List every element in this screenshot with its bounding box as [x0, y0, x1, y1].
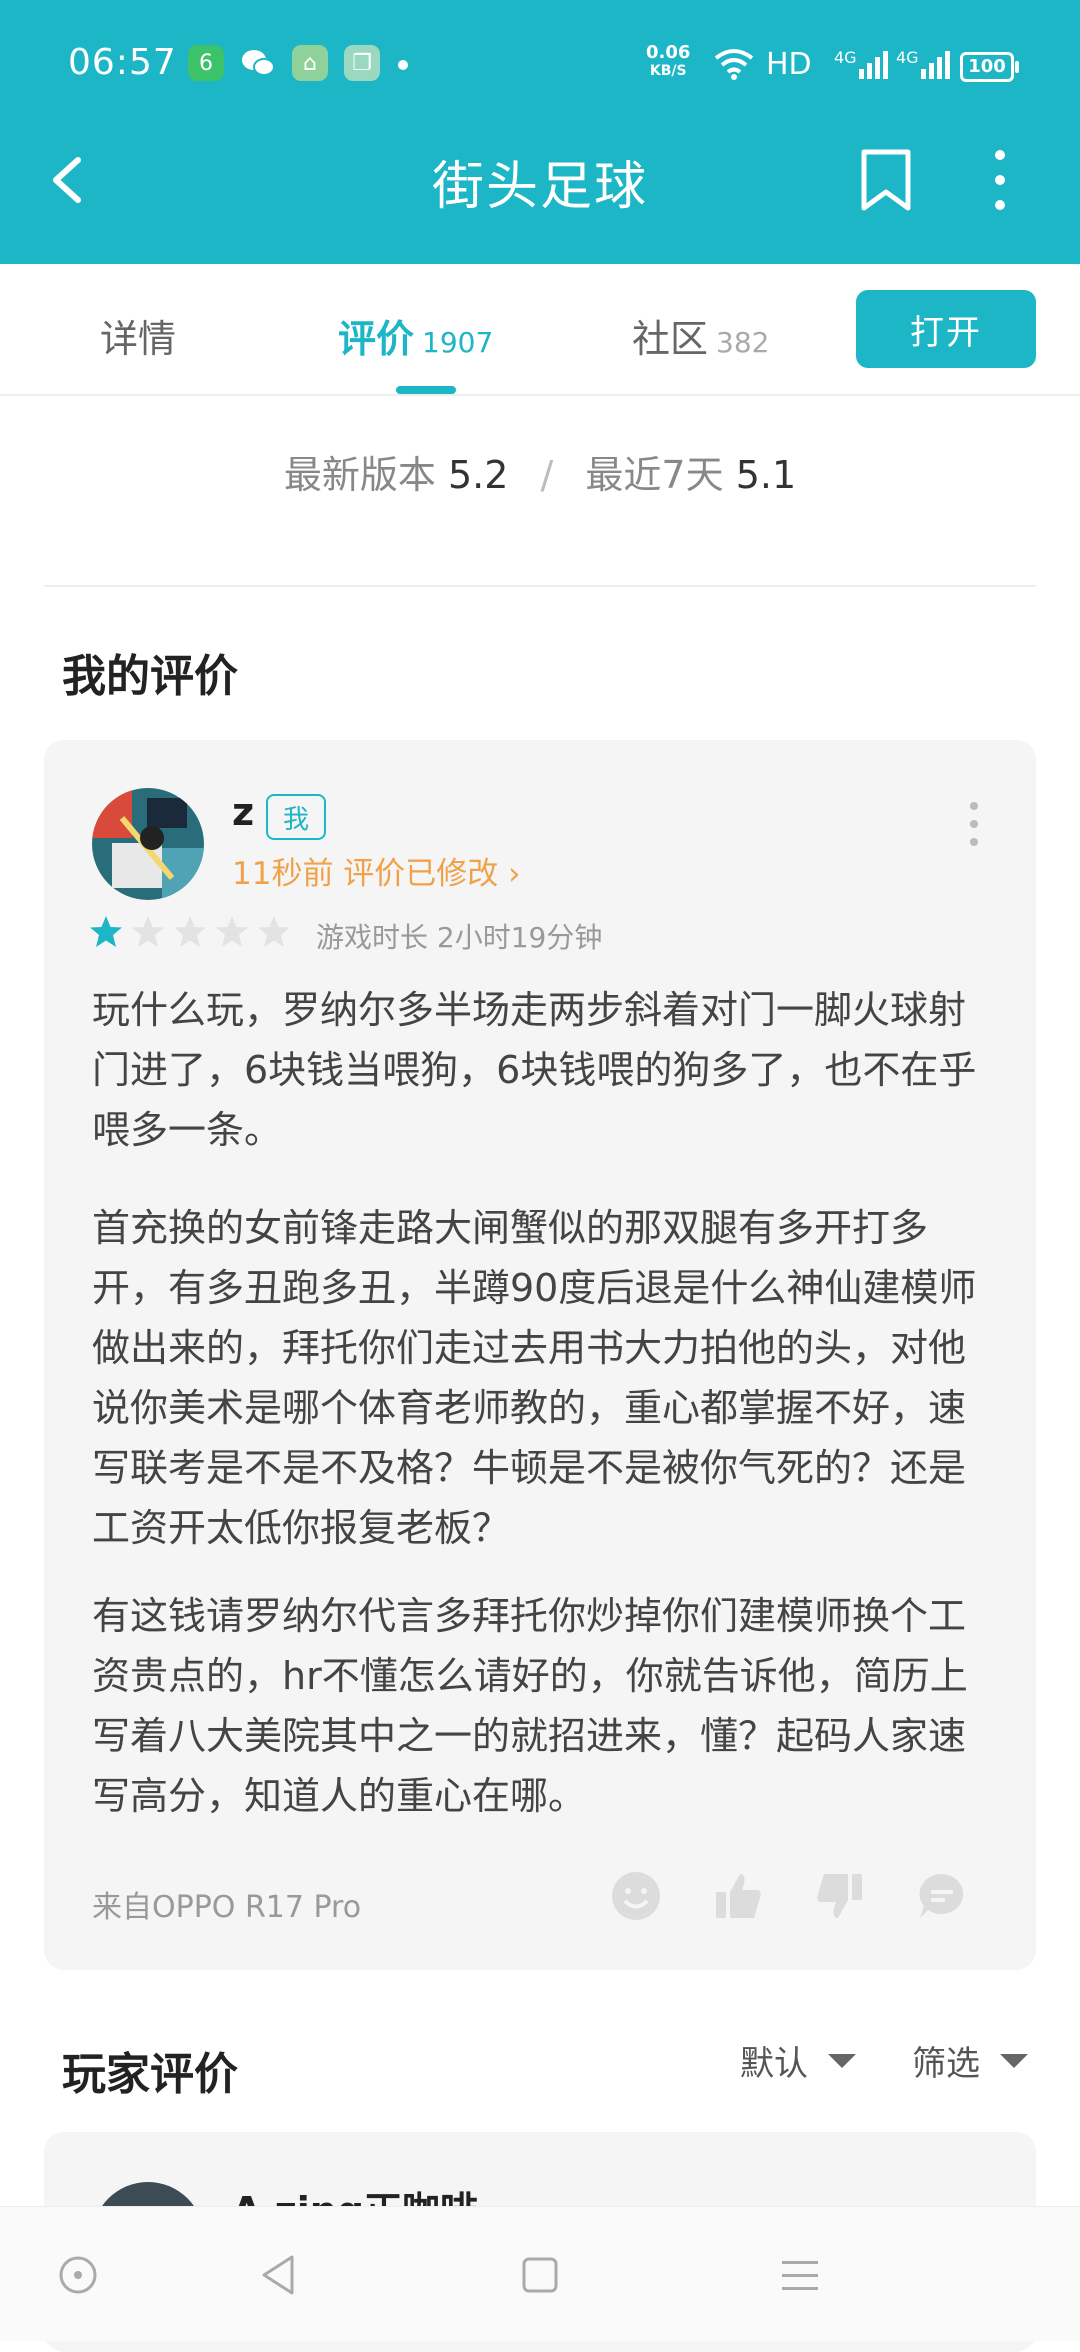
gallery-icon: ❐: [344, 45, 380, 81]
tab-details[interactable]: 详情: [100, 308, 176, 363]
star-empty-icon: [132, 916, 164, 947]
dot-icon: [970, 838, 978, 846]
star-rating: [88, 914, 298, 950]
star-empty-icon: [174, 916, 206, 947]
status-time: 06:57: [68, 42, 177, 83]
open-app-button[interactable]: 打开: [856, 290, 1036, 368]
like-button[interactable]: [712, 1870, 764, 1922]
dot-icon: [970, 820, 978, 828]
hd-indicator: HD: [766, 46, 812, 82]
thumbs-down-icon: [817, 1874, 862, 1918]
triangle-back-icon: [262, 2255, 294, 2295]
comment-icon: [919, 1873, 964, 1918]
wechat-icon: [240, 45, 276, 81]
avatar[interactable]: [92, 788, 204, 900]
review-username: z: [232, 790, 255, 834]
comment-button[interactable]: [916, 1870, 968, 1922]
dropdown-arrow-icon: [1000, 2053, 1028, 2068]
review-edited-link[interactable]: 11秒前 评价已修改 ›: [232, 848, 521, 893]
sort-dropdown[interactable]: 默认: [740, 2036, 856, 2085]
dislike-button[interactable]: [814, 1870, 866, 1922]
divider: [44, 585, 1036, 587]
review-paragraph: 有这钱请罗纳尔代言多拜托你炒掉你们建模师换个工资贵点的，hr不懂怎么请好的，你就…: [92, 1594, 968, 1818]
page-title: 街头足球: [431, 157, 648, 217]
dropdown-arrow-icon: [828, 2053, 856, 2068]
status-bar: 06:57 6 ⌂ ❐ 0.06 KB/S HD 4G 4G 100: [0, 0, 1080, 130]
star-empty-icon: [258, 916, 290, 947]
recents-nav-button[interactable]: [776, 2251, 824, 2299]
device-source: 来自OPPO R17 Pro: [92, 1890, 362, 1925]
net-speed: 0.06 KB/S: [646, 42, 691, 80]
battery-indicator: 100: [960, 52, 1019, 82]
assistant-button[interactable]: [54, 2251, 102, 2299]
thumbs-up-icon: [716, 1874, 761, 1918]
square-home-icon: [522, 2257, 558, 2293]
tab-reviews[interactable]: 评价 1907: [338, 308, 493, 363]
star-empty-icon: [216, 916, 248, 947]
system-navigation-bar: [0, 2206, 1080, 2341]
notification-app-icon: 6: [188, 45, 224, 81]
my-review-card: z 我 11秒前 评价已修改 › 游戏时长 2小时19分钟 玩什么玩，罗纳尔多半…: [44, 740, 1036, 1970]
dot-icon: [995, 175, 1005, 185]
app-header: 06:57 6 ⌂ ❐ 0.06 KB/S HD 4G 4G 100 街头足球: [0, 0, 1080, 264]
back-nav-button[interactable]: [256, 2251, 304, 2299]
active-tab-indicator: [396, 386, 456, 394]
player-reviews-title: 玩家评价: [62, 2049, 238, 2100]
smiley-icon: [612, 1872, 660, 1920]
dot-icon: [995, 150, 1005, 160]
more-notifications-dot: [398, 60, 408, 70]
tab-community[interactable]: 社区 382: [632, 308, 769, 363]
wifi-icon: [714, 46, 754, 82]
me-badge: 我: [266, 794, 326, 840]
bookmark-button[interactable]: [856, 148, 916, 212]
review-more-button[interactable]: [964, 802, 984, 846]
emoji-reaction-button[interactable]: [610, 1870, 662, 1922]
review-paragraph: 首充换的女前锋走路大闸蟹似的那双腿有多开打多开，有多丑跑多丑，半蹲90度后退是什…: [92, 1206, 977, 1550]
home-nav-button[interactable]: [516, 2251, 564, 2299]
signal-2-icon: 4G: [896, 46, 951, 82]
filter-dropdown[interactable]: 筛选: [912, 2036, 1028, 2085]
dot-icon: [995, 200, 1005, 210]
more-options-button[interactable]: [980, 150, 1020, 210]
circle-dot-icon: [59, 2256, 97, 2294]
signal-1-icon: 4G: [834, 46, 889, 82]
star-filled-icon: [90, 916, 122, 947]
my-review-title: 我的评价: [62, 651, 238, 702]
app-store-icon: ⌂: [292, 45, 328, 81]
playtime: 游戏时长 2小时19分钟: [316, 921, 603, 954]
dot-icon: [970, 802, 978, 810]
bookmark-icon: [861, 149, 911, 211]
review-paragraph: 玩什么玩，罗纳尔多半场走两步斜着对门一脚火球射门进了，6块钱当喂狗，6块钱喂的狗…: [92, 988, 977, 1152]
version-scores: 最新版本 5.2 / 最近7天 5.1: [283, 453, 797, 497]
menu-lines-icon: [782, 2261, 818, 2290]
